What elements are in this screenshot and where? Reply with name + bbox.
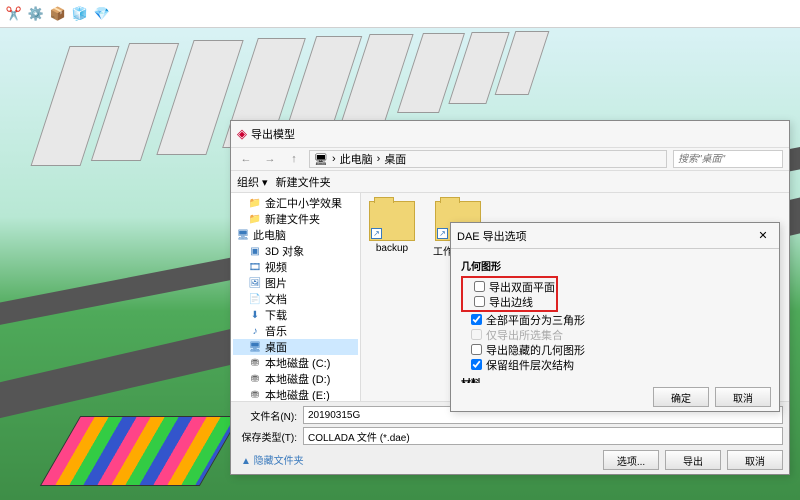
folder-icon: ↗ bbox=[369, 201, 415, 241]
search-input[interactable] bbox=[673, 150, 783, 168]
toolbar-row: 组织 ▾ 新建文件夹 bbox=[231, 171, 789, 193]
nav-up-icon[interactable]: ↑ bbox=[285, 150, 303, 168]
opt-hierarchy[interactable] bbox=[471, 359, 482, 370]
close-icon[interactable]: ✕ bbox=[753, 229, 773, 242]
folder-item[interactable]: ↗ backup bbox=[369, 201, 415, 254]
nav-tree[interactable]: 📁金汇中小学效果 📁新建文件夹 🖥此电脑 ▣3D 对象 🎞视频 🖼图片 📄文档 … bbox=[231, 193, 361, 401]
new-folder-button[interactable]: 新建文件夹 bbox=[276, 174, 331, 190]
export-title: 导出模型 bbox=[251, 126, 295, 142]
opt-cancel-button[interactable]: 取消 bbox=[715, 387, 771, 407]
drive-icon: ⛃ bbox=[249, 389, 261, 401]
download-icon: ⬇ bbox=[249, 309, 261, 321]
address-bar: ← → ↑ 🖥 › 此电脑 › 桌面 bbox=[231, 147, 789, 171]
dae-options-title: DAE 导出选项 bbox=[457, 228, 527, 244]
filetype-label: 保存类型(T): bbox=[237, 429, 297, 444]
ok-button[interactable]: 确定 bbox=[653, 387, 709, 407]
cancel-button[interactable]: 取消 bbox=[727, 450, 783, 470]
export-button[interactable]: 导出 bbox=[665, 450, 721, 470]
opt-two-sided[interactable] bbox=[474, 281, 485, 292]
music-icon: ♪ bbox=[249, 325, 261, 337]
drive-icon: ⛃ bbox=[249, 373, 261, 385]
opt-triangulate[interactable] bbox=[471, 314, 482, 325]
main-toolbar: ✂️ ⚙️ 📦 🧊 💎 bbox=[0, 0, 800, 28]
pc-icon: 🖥 bbox=[314, 153, 328, 166]
opt-selection-only bbox=[471, 329, 482, 340]
pictures-icon: 🖼 bbox=[249, 277, 261, 289]
options-button[interactable]: 选项... bbox=[603, 450, 659, 470]
opt-hidden-geo[interactable] bbox=[471, 344, 482, 355]
pc-icon: 🖥 bbox=[237, 229, 249, 241]
folder-icon: 📁 bbox=[249, 197, 261, 209]
hide-folders-toggle[interactable]: ▲ 隐藏文件夹 bbox=[241, 452, 304, 467]
organize-menu[interactable]: 组织 ▾ bbox=[237, 174, 268, 190]
filetype-select[interactable] bbox=[303, 427, 783, 445]
dae-options-dialog: DAE 导出选项 ✕ 几何图形 导出双面平面 导出边线 全部平面分为三角形 仅导… bbox=[450, 222, 780, 412]
box-icon[interactable]: 🧊 bbox=[72, 6, 88, 22]
breadcrumb[interactable]: 🖥 › 此电脑 › 桌面 bbox=[309, 150, 667, 168]
group-material: 材料 bbox=[461, 375, 769, 383]
nav-back-icon[interactable]: ← bbox=[237, 150, 255, 168]
nav-fwd-icon[interactable]: → bbox=[261, 150, 279, 168]
app-icon: ◈ bbox=[237, 126, 247, 142]
docs-icon: 📄 bbox=[249, 293, 261, 305]
opt-edges[interactable] bbox=[474, 296, 485, 307]
filename-label: 文件名(N): bbox=[237, 408, 297, 423]
desktop-icon: 🖥 bbox=[249, 341, 261, 353]
gear-icon[interactable]: ⚙️ bbox=[28, 6, 44, 22]
ruby-icon[interactable]: 💎 bbox=[94, 6, 110, 22]
video-icon: 🎞 bbox=[249, 261, 261, 273]
drive-icon: ⛃ bbox=[249, 357, 261, 369]
group-geometry: 几何图形 bbox=[461, 258, 769, 273]
highlight-box: 导出双面平面 导出边线 bbox=[461, 276, 558, 312]
objects-icon: ▣ bbox=[249, 245, 261, 257]
scissors-icon[interactable]: ✂️ bbox=[6, 6, 22, 22]
export-titlebar: ◈ 导出模型 bbox=[231, 121, 789, 147]
cube-icon[interactable]: 📦 bbox=[50, 6, 66, 22]
folder-icon: 📁 bbox=[249, 213, 261, 225]
